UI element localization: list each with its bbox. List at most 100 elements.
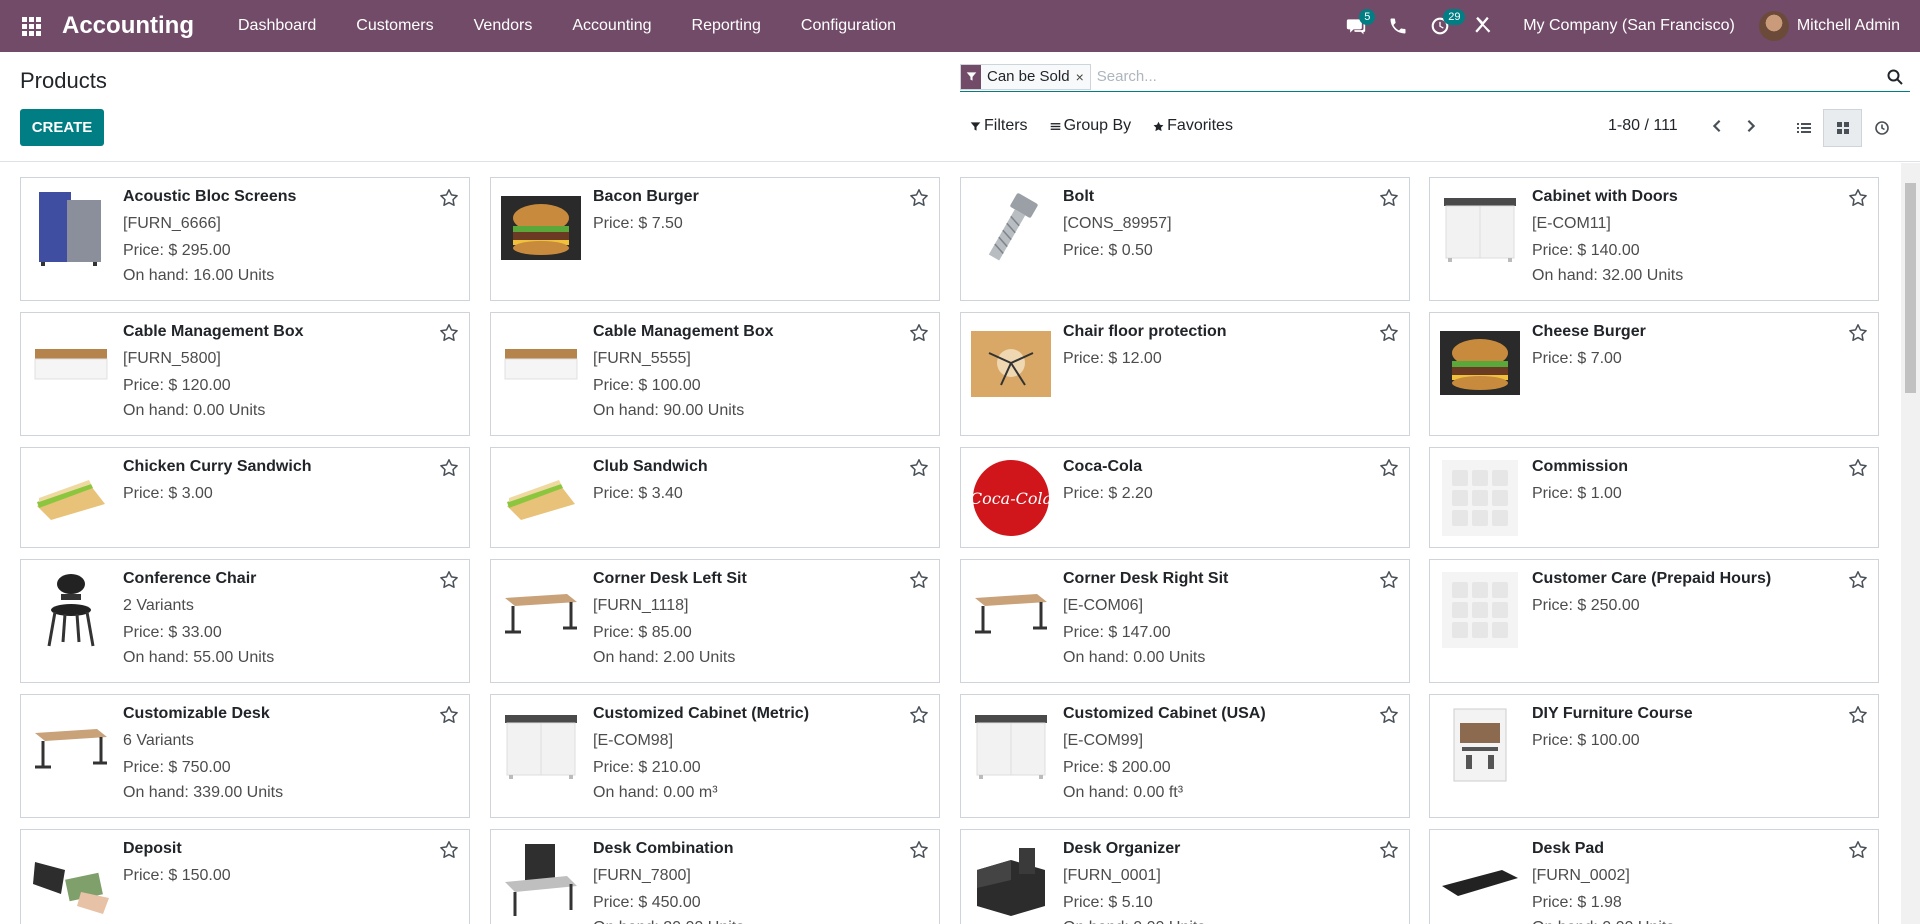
product-card[interactable]: Chicken Curry Sandwich Price: $ 3.00: [20, 447, 470, 548]
product-detail: [FURN_5555]: [593, 350, 691, 367]
favorite-star-icon[interactable]: [1379, 705, 1399, 725]
product-detail: [E-COM98]: [593, 732, 674, 749]
phone-icon[interactable]: [1377, 0, 1419, 52]
product-card[interactable]: Corner Desk Left Sit [FURN_1118] Price: $ …: [490, 559, 940, 683]
product-card[interactable]: Customer Care (Prepaid Hours) Price: $ 25…: [1429, 559, 1879, 683]
favorite-star-icon[interactable]: [1379, 840, 1399, 860]
favorite-star-icon[interactable]: [439, 458, 459, 478]
product-detail: On hand: 339.00 Units: [123, 784, 284, 801]
menu-configuration[interactable]: Configuration: [781, 0, 916, 52]
favorites-button[interactable]: Favorites: [1153, 117, 1233, 135]
debug-tools-icon[interactable]: [1461, 0, 1503, 52]
favorite-star-icon[interactable]: [909, 188, 929, 208]
menu-dashboard[interactable]: Dashboard: [218, 0, 336, 52]
favorite-star-icon[interactable]: [1379, 323, 1399, 343]
pager-next-icon[interactable]: [1734, 119, 1768, 133]
group-by-button[interactable]: Group By: [1050, 117, 1131, 135]
product-detail: On hand: 0.00 Units: [1063, 649, 1206, 666]
favorite-star-icon[interactable]: [439, 570, 459, 590]
product-card[interactable]: Acoustic Bloc Screens [FURN_6666] Price: $…: [20, 177, 470, 301]
search-icon[interactable]: [1880, 69, 1910, 85]
favorite-star-icon[interactable]: [1848, 705, 1868, 725]
menu-accounting[interactable]: Accounting: [552, 0, 671, 52]
kanban-view: Acoustic Bloc Screens [FURN_6666] Price: $…: [0, 163, 1900, 924]
product-detail: Price: $ 2.20: [1063, 485, 1153, 502]
favorite-star-icon[interactable]: [1848, 458, 1868, 478]
product-card[interactable]: Cheese Burger Price: $ 7.00: [1429, 312, 1879, 436]
filters-button[interactable]: Filters: [970, 117, 1028, 135]
product-card[interactable]: Bolt [CONS_89957] Price: $ 0.50: [960, 177, 1410, 301]
product-card[interactable]: Customized Cabinet (USA) [E-COM99] Price: …: [960, 694, 1410, 818]
product-card[interactable]: Chair floor protection Price: $ 12.00: [960, 312, 1410, 436]
kanban-view-icon[interactable]: [1823, 109, 1862, 147]
scrollbar-thumb[interactable]: [1905, 183, 1916, 393]
favorite-star-icon[interactable]: [909, 458, 929, 478]
favorite-star-icon[interactable]: [1848, 840, 1868, 860]
apps-menu-icon[interactable]: [0, 0, 62, 52]
product-card[interactable]: Corner Desk Right Sit [E-COM06] Price: $ 1…: [960, 559, 1410, 683]
menu-customers[interactable]: Customers: [336, 0, 453, 52]
vertical-scrollbar[interactable]: [1901, 163, 1920, 924]
pager-value[interactable]: 1-80 / 111: [1608, 117, 1678, 135]
favorite-star-icon[interactable]: [1848, 188, 1868, 208]
messages-icon[interactable]: 5: [1335, 0, 1377, 52]
search-input[interactable]: [1090, 68, 1880, 85]
product-detail: Price: $ 33.00: [123, 624, 222, 641]
product-card[interactable]: Customized Cabinet (Metric) [E-COM98] Pric…: [490, 694, 940, 818]
product-card[interactable]: Deposit Price: $ 150.00: [20, 829, 470, 924]
product-detail: On hand: 55.00 Units: [123, 649, 275, 666]
product-detail: [E-COM06]: [1063, 597, 1144, 614]
product-card[interactable]: Desk Organizer [FURN_0001] Price: $ 5.10 On…: [960, 829, 1410, 924]
cable-box-image: [501, 323, 581, 403]
favorite-star-icon[interactable]: [1379, 570, 1399, 590]
product-card[interactable]: Cable Management Box [FURN_5555] Price: $ …: [490, 312, 940, 436]
favorite-star-icon[interactable]: [1379, 458, 1399, 478]
favorite-star-icon[interactable]: [439, 705, 459, 725]
menu-vendors[interactable]: Vendors: [454, 0, 553, 52]
product-card[interactable]: Coca-Cola Coca-Cola Price: $ 2.20: [960, 447, 1410, 548]
product-card[interactable]: Desk Pad [FURN_0002] Price: $ 1.98 On hand:…: [1429, 829, 1879, 924]
product-card[interactable]: Cabinet with Doors [E-COM11] Price: $ 140.…: [1429, 177, 1879, 301]
product-name: Cabinet with Doors: [1532, 188, 1678, 205]
facet-remove-icon[interactable]: ×: [1076, 69, 1090, 85]
bars-icon: [1050, 122, 1060, 130]
user-name: Mitchell Admin: [1796, 17, 1900, 34]
favorite-star-icon[interactable]: [909, 570, 929, 590]
product-card[interactable]: Customizable Desk 6 Variants Price: $ 750.…: [20, 694, 470, 818]
product-card[interactable]: Bacon Burger Price: $ 7.50: [490, 177, 940, 301]
product-detail: On hand: 0.00 Units: [123, 402, 266, 419]
favorite-star-icon[interactable]: [439, 840, 459, 860]
avatar: [1758, 11, 1789, 41]
favorite-star-icon[interactable]: [909, 840, 929, 860]
favorite-star-icon[interactable]: [439, 188, 459, 208]
menu-reporting[interactable]: Reporting: [672, 0, 781, 52]
desk-image: [971, 570, 1051, 650]
product-card[interactable]: Club Sandwich Price: $ 3.40: [490, 447, 940, 548]
product-card[interactable]: Commission Price: $ 1.00: [1429, 447, 1879, 548]
favorite-star-icon[interactable]: [909, 705, 929, 725]
product-detail: On hand: 0.00 Units: [1063, 919, 1205, 924]
product-card[interactable]: Desk Combination [FURN_7800] Price: $ 450.…: [490, 829, 940, 924]
favorite-star-icon[interactable]: [1379, 188, 1399, 208]
product-card[interactable]: DIY Furniture Course Price: $ 100.00: [1429, 694, 1879, 818]
product-detail: On hand: 0.00 m³: [593, 784, 718, 801]
favorite-star-icon[interactable]: [1848, 570, 1868, 590]
favorite-star-icon[interactable]: [439, 323, 459, 343]
favorite-star-icon[interactable]: [1848, 323, 1868, 343]
app-brand[interactable]: Accounting: [62, 12, 194, 40]
create-button[interactable]: CREATE: [20, 109, 104, 146]
product-name: Desk Pad: [1532, 840, 1605, 857]
filter-icon: [961, 64, 981, 89]
favorite-star-icon[interactable]: [909, 323, 929, 343]
pager-previous-icon[interactable]: [1700, 119, 1734, 133]
product-name: Customized Cabinet (USA): [1063, 705, 1266, 722]
product-card[interactable]: Cable Management Box [FURN_5800] Price: $ …: [20, 312, 470, 436]
product-card[interactable]: Conference Chair 2 Variants Price: $ 33.00…: [20, 559, 470, 683]
company-switcher[interactable]: My Company (San Francisco): [1503, 17, 1759, 35]
activity-view-icon[interactable]: [1862, 109, 1901, 147]
product-name: Corner Desk Right Sit: [1063, 570, 1229, 587]
activities-icon[interactable]: 29: [1419, 0, 1466, 52]
product-name: Chair floor protection: [1063, 323, 1227, 340]
user-menu[interactable]: Mitchell Admin: [1758, 11, 1920, 41]
list-view-icon[interactable]: [1784, 109, 1823, 147]
